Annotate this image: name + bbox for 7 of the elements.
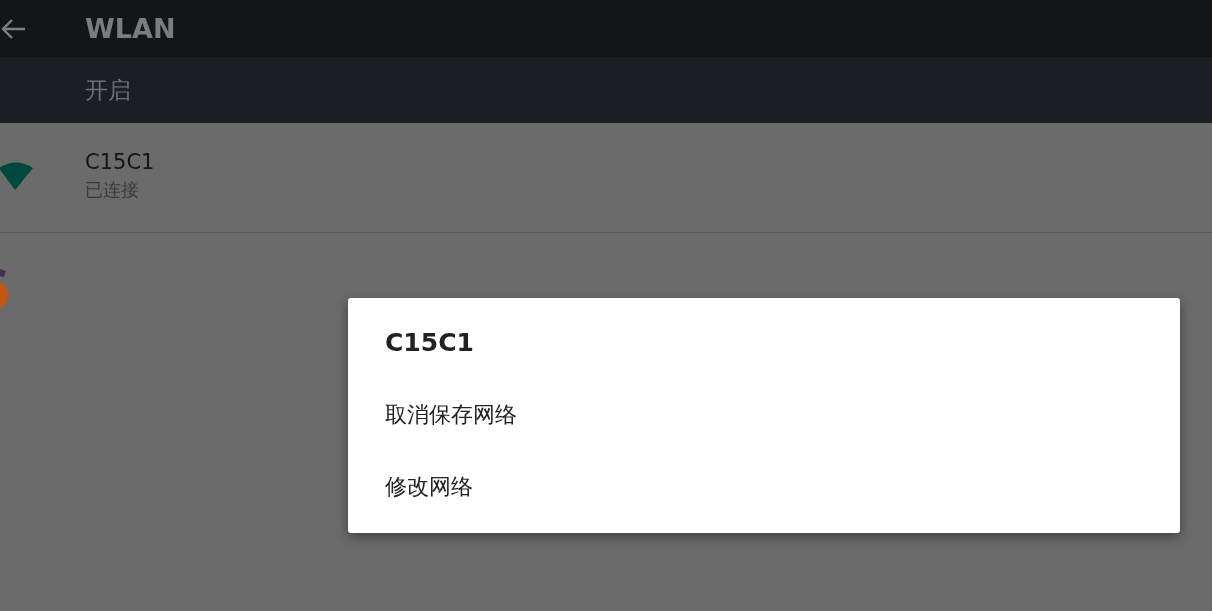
dialog-option[interactable]: 修改网络 [348,451,1180,523]
back-arrow-icon[interactable] [0,17,26,40]
dialog-option[interactable]: 取消保存网络 [348,379,1180,451]
switch-label: 开启 [85,75,131,105]
network-name: C15C1 [85,149,155,174]
app-bar-title: WLAN [85,13,176,44]
dialog-title: C15C1 [385,328,474,357]
